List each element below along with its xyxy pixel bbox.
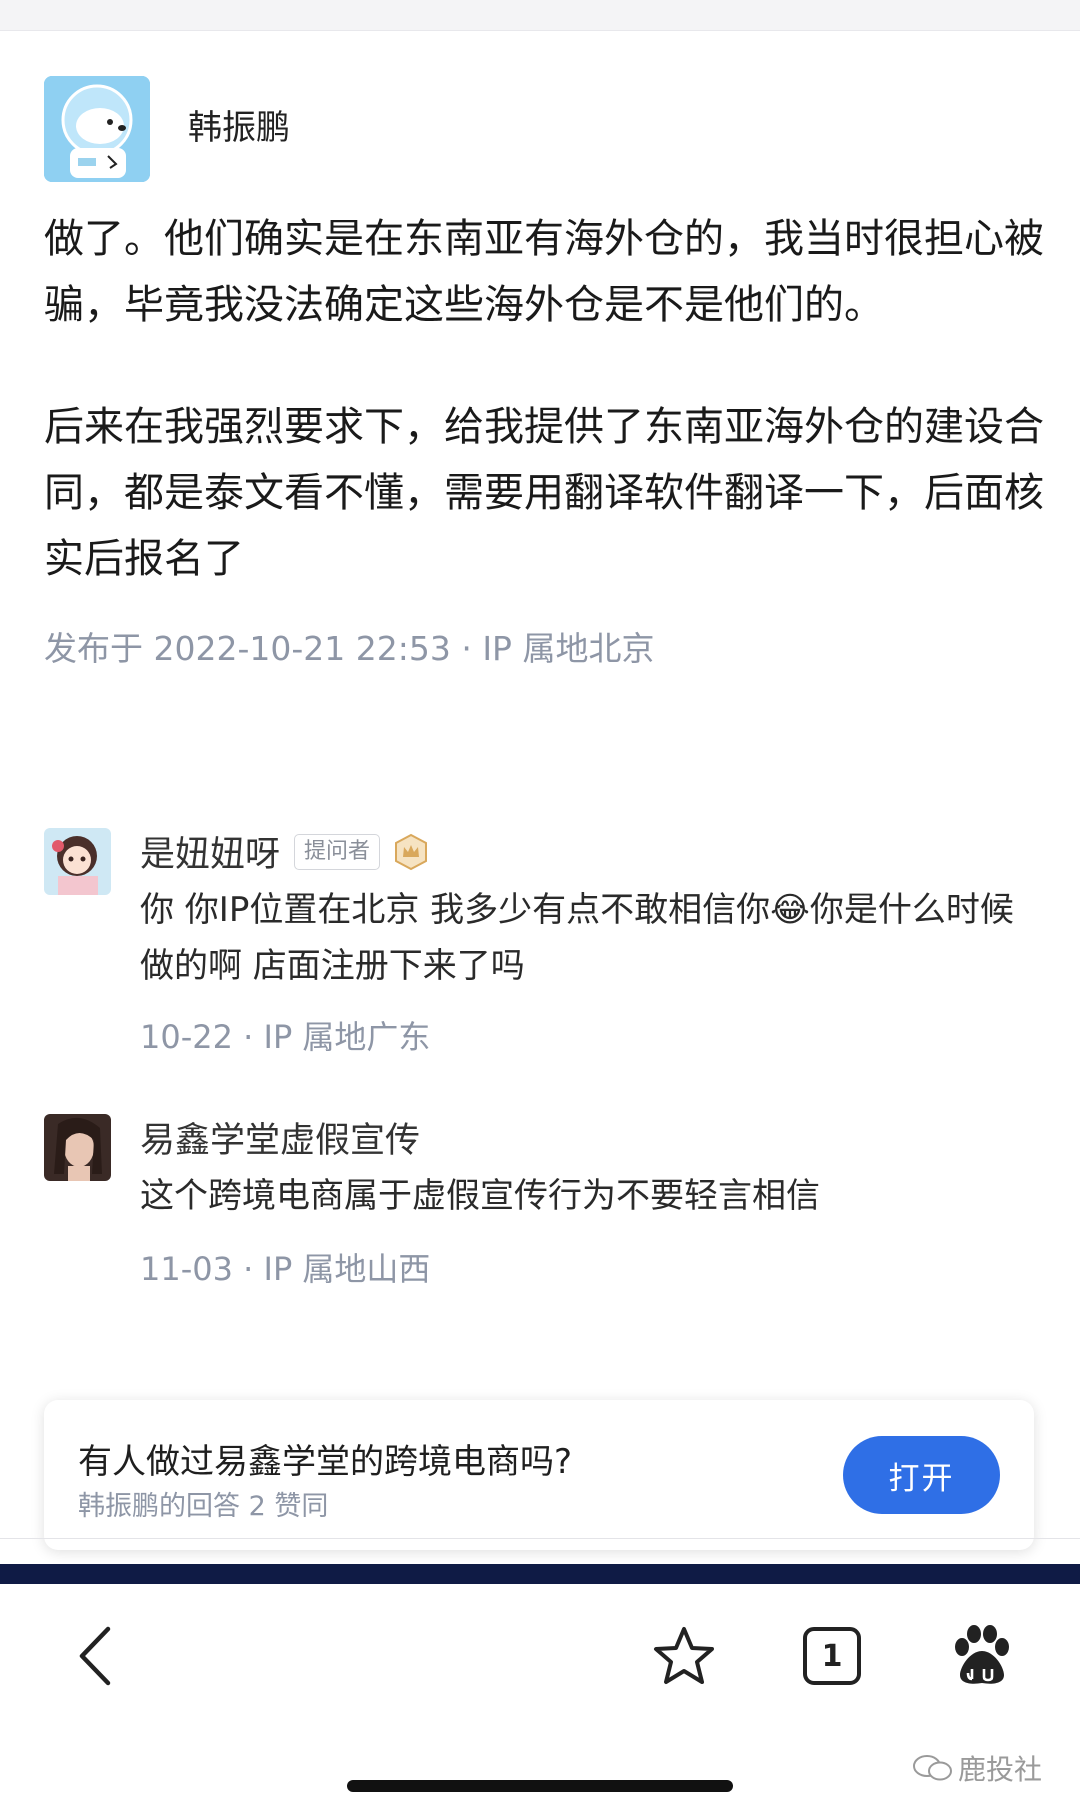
wechat-icon (913, 1755, 952, 1781)
answer-paragraph: 做了。他们确实是在东南亚有海外仓的，我当时很担心被骗，毕竟我没法确定这些海外仓是… (44, 216, 1044, 328)
author-avatar[interactable] (44, 76, 150, 182)
portrait-avatar-image (44, 1114, 111, 1181)
comment-user-row: 易鑫学堂虚假宣传 (140, 1112, 420, 1163)
divider (0, 1538, 1080, 1539)
baidu-paw-icon[interactable] (946, 1620, 1018, 1692)
astronaut-dog-avatar-image (44, 76, 150, 182)
comment-meta: 10-22 · IP 属地广东 (140, 1012, 430, 1058)
watermark-text: 鹿投社 (958, 1753, 1043, 1786)
comment-text: 你 你IP位置在北京 我多少有点不敢相信你😂你是什么时候做的啊 店面注册下来了吗 (140, 882, 1040, 994)
meta-dot: · (232, 1018, 264, 1056)
comment-text: 这个跨境电商属于虚假宣传行为不要轻言相信 (140, 1176, 820, 1216)
comment-avatar[interactable] (44, 828, 111, 895)
question-title[interactable]: 有人做过易鑫学堂的跨境电商吗? (78, 1434, 572, 1483)
comment-username[interactable]: 是妞妞呀 (140, 826, 280, 877)
answer-summary: 韩振鹏的回答 2 赞同 (78, 1491, 329, 1522)
tab-count: 1 (821, 1638, 843, 1674)
open-button[interactable]: 打开 (843, 1436, 1000, 1514)
crown-badge-icon (392, 833, 430, 871)
comment-ip: IP 属地广东 (263, 1018, 431, 1056)
dark-band (0, 1564, 1080, 1584)
comment-avatar[interactable] (44, 1114, 111, 1181)
meta-dot: · (232, 1250, 264, 1288)
star-icon[interactable] (648, 1620, 720, 1692)
comment-username[interactable]: 易鑫学堂虚假宣传 (140, 1112, 420, 1163)
comment-ip: IP 属地山西 (263, 1250, 431, 1288)
home-indicator[interactable] (347, 1780, 733, 1792)
top-strip (0, 0, 1080, 31)
comment-date: 10-22 (140, 1018, 233, 1056)
watermark: 鹿投社 (912, 1748, 1042, 1788)
open-in-app-card[interactable]: 有人做过易鑫学堂的跨境电商吗? 韩振鹏的回答 2 赞同 打开 (44, 1400, 1034, 1550)
comment-user-row: 是妞妞呀 提问者 (140, 826, 430, 877)
answer-body: 做了。他们确实是在东南亚有海外仓的，我当时很担心被骗，毕竟我没法确定这些海外仓是… (44, 206, 1044, 592)
comment-text-part: 你 你IP位置在北京 我多少有点不敢相信你 (140, 890, 771, 930)
author-name[interactable]: 韩振鹏 (188, 100, 290, 149)
answer-publish-meta: 发布于 2022-10-21 22:53 · IP 属地北京 (44, 629, 655, 668)
back-icon[interactable] (58, 1620, 130, 1692)
comment-meta: 11-03 · IP 属地山西 (140, 1244, 430, 1290)
comment-date: 11-03 (140, 1250, 233, 1288)
asker-badge: 提问者 (294, 833, 381, 870)
anime-girl-avatar-image (44, 828, 111, 895)
laughing-crying-emoji-icon: 😂 (770, 890, 810, 930)
tabs-icon[interactable]: 1 (796, 1620, 868, 1692)
answer-paragraph: 后来在我强烈要求下，给我提供了东南亚海外仓的建设合同，都是泰文看不懂，需要用翻译… (44, 404, 1044, 582)
